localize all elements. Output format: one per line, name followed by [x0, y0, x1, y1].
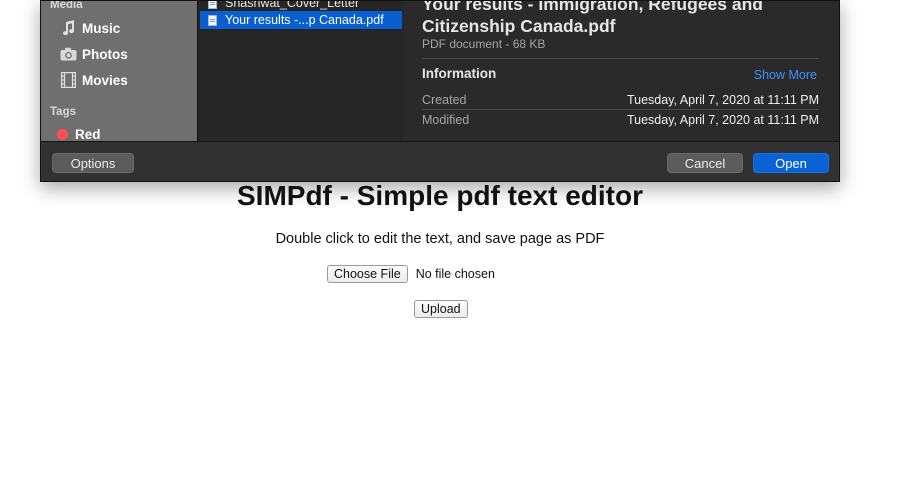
- preview-divider: [422, 58, 819, 59]
- upload-button[interactable]: Upload: [414, 300, 468, 318]
- preview-file-title: Your results - Immigration, Refugees and…: [422, 0, 763, 36]
- information-header: Information: [422, 66, 497, 81]
- sidebar-item-label: Photos: [82, 46, 128, 62]
- sidebar-section-media: Media: [50, 0, 83, 11]
- page-subtitle: Double click to edit the text, and save …: [275, 231, 605, 247]
- camera-icon: [59, 46, 77, 62]
- dialog-footer: Options Cancel Open: [41, 141, 839, 181]
- music-note-icon: [59, 20, 77, 36]
- file-item-selected[interactable]: Your results -...p Canada.pdf: [200, 11, 402, 29]
- film-icon: [59, 72, 77, 88]
- show-more-link[interactable]: Show More: [754, 68, 817, 82]
- page-title: SIMPdf - Simple pdf text editor: [236, 180, 643, 211]
- options-button[interactable]: Options: [52, 153, 134, 173]
- sidebar-item-label: Music: [82, 20, 121, 36]
- open-button[interactable]: Open: [753, 153, 829, 173]
- modified-label: Modified: [422, 113, 470, 127]
- sidebar-item-photos[interactable]: Photos: [59, 44, 128, 64]
- choose-file-button[interactable]: Choose File: [327, 264, 408, 283]
- sidebar-item-label: Red: [75, 126, 101, 142]
- preview-file-meta: PDF document - 68 KB: [422, 37, 546, 51]
- file-list-column: Shashwat_Cover_Letter Your results -...p…: [197, 1, 404, 141]
- file-item-name: Your results -...p Canada.pdf: [225, 13, 384, 27]
- info-row-divider: [422, 109, 819, 110]
- sidebar-item-music[interactable]: Music: [59, 18, 120, 38]
- file-item-name: Shashwat_Cover_Letter: [225, 0, 360, 10]
- sidebar-section-tags: Tags: [50, 106, 76, 118]
- tag-color-dot: [57, 128, 68, 140]
- file-status-text: No file chosen: [415, 266, 495, 281]
- sidebar-item-movies[interactable]: Movies: [59, 70, 128, 90]
- cancel-button[interactable]: Cancel: [667, 153, 743, 173]
- created-value: Tuesday, April 7, 2020 at 11:11 PM: [626, 93, 819, 107]
- pdf-document-icon: [208, 14, 217, 26]
- file-input: Choose File No file chosen: [327, 264, 495, 283]
- open-file-dialog: Media Music Photos Movies Tags Red Shash…: [40, 0, 840, 182]
- document-icon: [208, 1, 217, 9]
- created-label: Created: [422, 93, 467, 107]
- sidebar-item-label: Movies: [82, 72, 128, 88]
- dialog-sidebar: Media Music Photos Movies Tags Red: [41, 0, 197, 142]
- modified-value: Tuesday, April 7, 2020 at 11:11 PM: [626, 113, 819, 127]
- preview-pane: Your results - Immigration, Refugees and…: [403, 1, 839, 141]
